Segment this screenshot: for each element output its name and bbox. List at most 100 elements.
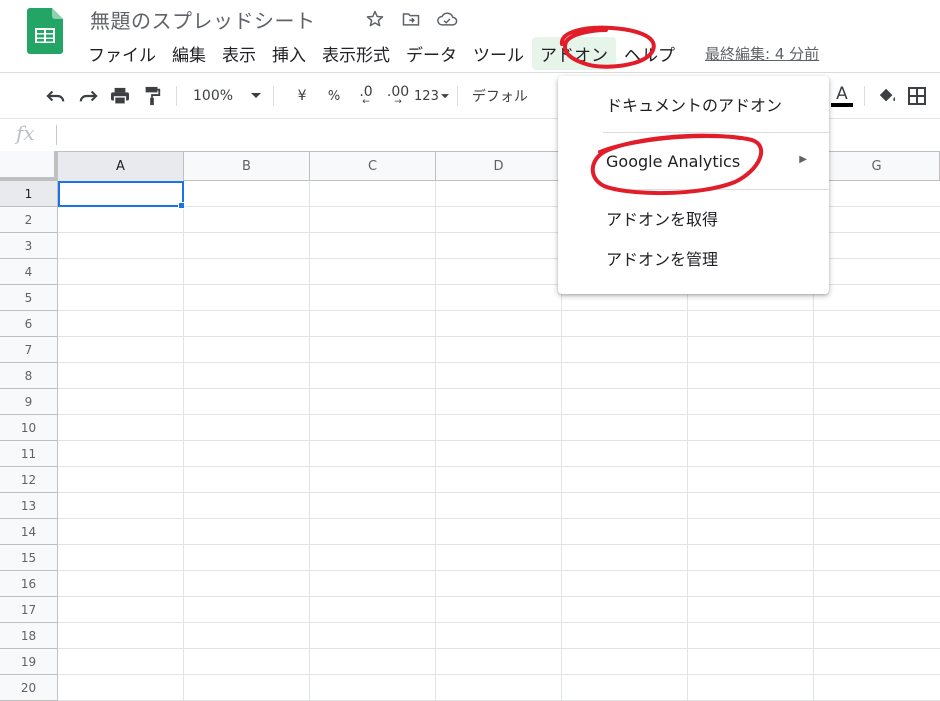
fx-label: fx (16, 121, 35, 145)
menu-format[interactable]: 表示形式 (314, 37, 398, 70)
currency-format-button[interactable]: ¥ (286, 81, 318, 111)
column-header-b[interactable]: B (184, 152, 310, 181)
menu-edit[interactable]: 編集 (164, 37, 214, 70)
row-header[interactable]: 19 (0, 649, 58, 675)
row-gridline (58, 362, 940, 363)
row-gridline (58, 414, 940, 415)
row-gridline (58, 648, 940, 649)
increase-decimal-button[interactable]: .00 → (382, 81, 414, 111)
menu-view[interactable]: 表示 (214, 37, 264, 70)
right-toolbar: A (826, 80, 929, 112)
menu-separator (603, 189, 829, 190)
row-header[interactable]: 10 (0, 415, 58, 441)
row-header[interactable]: 15 (0, 545, 58, 571)
star-icon[interactable] (364, 8, 386, 30)
arrow-right-icon: → (394, 97, 402, 107)
menu-addons[interactable]: アドオン (532, 36, 616, 70)
toolbar-separator (864, 86, 865, 106)
formula-separator (56, 125, 57, 145)
row-header[interactable]: 5 (0, 285, 58, 311)
row-header[interactable]: 12 (0, 467, 58, 493)
row-header[interactable]: 13 (0, 493, 58, 519)
selected-cell-a1[interactable] (58, 181, 184, 207)
chevron-down-icon (251, 93, 262, 98)
row-header[interactable]: 1 (0, 181, 58, 207)
column-header-d[interactable]: D (436, 152, 562, 181)
row-header[interactable]: 3 (0, 233, 58, 259)
redo-icon[interactable] (72, 81, 104, 111)
row-header[interactable]: 18 (0, 623, 58, 649)
column-header-g[interactable]: G (814, 152, 940, 181)
row-header[interactable]: 4 (0, 259, 58, 285)
row-header[interactable]: 7 (0, 337, 58, 363)
toolbar-separator (176, 86, 177, 106)
number-format-label: 123 (414, 88, 439, 104)
sheets-logo-icon[interactable] (27, 8, 63, 54)
row-header[interactable]: 9 (0, 389, 58, 415)
row-gridline (58, 570, 940, 571)
borders-icon[interactable] (905, 81, 929, 111)
menu-data[interactable]: データ (398, 37, 465, 70)
row-header[interactable]: 8 (0, 363, 58, 389)
decrease-decimal-button[interactable]: .0 ← (350, 81, 382, 111)
menu-insert[interactable]: 挿入 (264, 37, 314, 70)
select-all-corner[interactable] (0, 151, 58, 181)
row-gridline (58, 336, 940, 337)
font-select[interactable]: デフォル (466, 86, 534, 106)
zoom-select[interactable]: 100% (185, 81, 265, 111)
fill-handle[interactable] (178, 202, 185, 209)
column-gridline (183, 181, 184, 701)
row-gridline (58, 596, 940, 597)
row-header[interactable]: 6 (0, 311, 58, 337)
addons-dropdown-menu: ドキュメントのアドオン Google Analytics ▶ アドオンを取得 ア… (558, 76, 829, 294)
row-gridline (58, 544, 940, 545)
header-divider (0, 72, 940, 73)
row-header[interactable]: 2 (0, 207, 58, 233)
menu-item-document-addons[interactable]: ドキュメントのアドオン (558, 84, 829, 124)
row-header[interactable]: 11 (0, 441, 58, 467)
paint-format-icon[interactable] (136, 81, 168, 111)
row-gridline (58, 492, 940, 493)
menu-item-google-analytics[interactable]: Google Analytics ▶ (558, 141, 829, 181)
title-icons (364, 8, 458, 30)
menu-tools[interactable]: ツール (465, 37, 532, 70)
row-header[interactable]: 14 (0, 519, 58, 545)
print-icon[interactable] (104, 81, 136, 111)
sheets-app: 無題のスプレッドシート ファイル 編集 表示 挿入 表示形式 データ ツール ア… (0, 0, 940, 701)
menu-bar: ファイル 編集 表示 挿入 表示形式 データ ツール アドオン ヘルプ 最終編集… (80, 36, 819, 70)
menu-file[interactable]: ファイル (80, 37, 164, 70)
column-header-a[interactable]: A (58, 152, 184, 181)
row-gridline (58, 388, 940, 389)
chevron-down-icon (440, 93, 449, 98)
move-folder-icon[interactable] (400, 8, 422, 30)
arrow-left-icon: ← (362, 97, 370, 107)
column-header-c[interactable]: C (310, 152, 436, 181)
row-gridline (58, 622, 940, 623)
menu-separator (603, 132, 829, 133)
menu-item-get-addons[interactable]: アドオンを取得 (558, 198, 829, 238)
row-gridline (58, 440, 940, 441)
row-header[interactable]: 20 (0, 675, 58, 701)
row-header[interactable]: 17 (0, 597, 58, 623)
column-gridline (309, 181, 310, 701)
number-format-select[interactable]: 123 (414, 81, 449, 111)
percent-format-button[interactable]: % (318, 81, 350, 111)
submenu-arrow-icon: ▶ (799, 154, 807, 165)
text-color-icon[interactable]: A (826, 81, 858, 111)
undo-icon[interactable] (40, 81, 72, 111)
row-gridline (58, 674, 940, 675)
menu-help[interactable]: ヘルプ (616, 37, 683, 70)
toolbar-separator (456, 86, 458, 106)
menu-item-manage-addons[interactable]: アドオンを管理 (558, 238, 829, 278)
toolbar: 100% ¥ % .0 ← .00 → 123 デフォル (40, 80, 534, 112)
fill-color-icon[interactable] (875, 81, 899, 111)
row-gridline (58, 310, 940, 311)
row-header[interactable]: 16 (0, 571, 58, 597)
last-edit-link[interactable]: 最終編集: 4 分前 (705, 43, 819, 64)
zoom-value: 100% (193, 88, 234, 104)
document-title[interactable]: 無題のスプレッドシート (90, 5, 316, 34)
toolbar-separator (273, 86, 275, 106)
row-gridline (58, 518, 940, 519)
cloud-saved-icon[interactable] (436, 8, 458, 30)
row-gridline (58, 466, 940, 467)
